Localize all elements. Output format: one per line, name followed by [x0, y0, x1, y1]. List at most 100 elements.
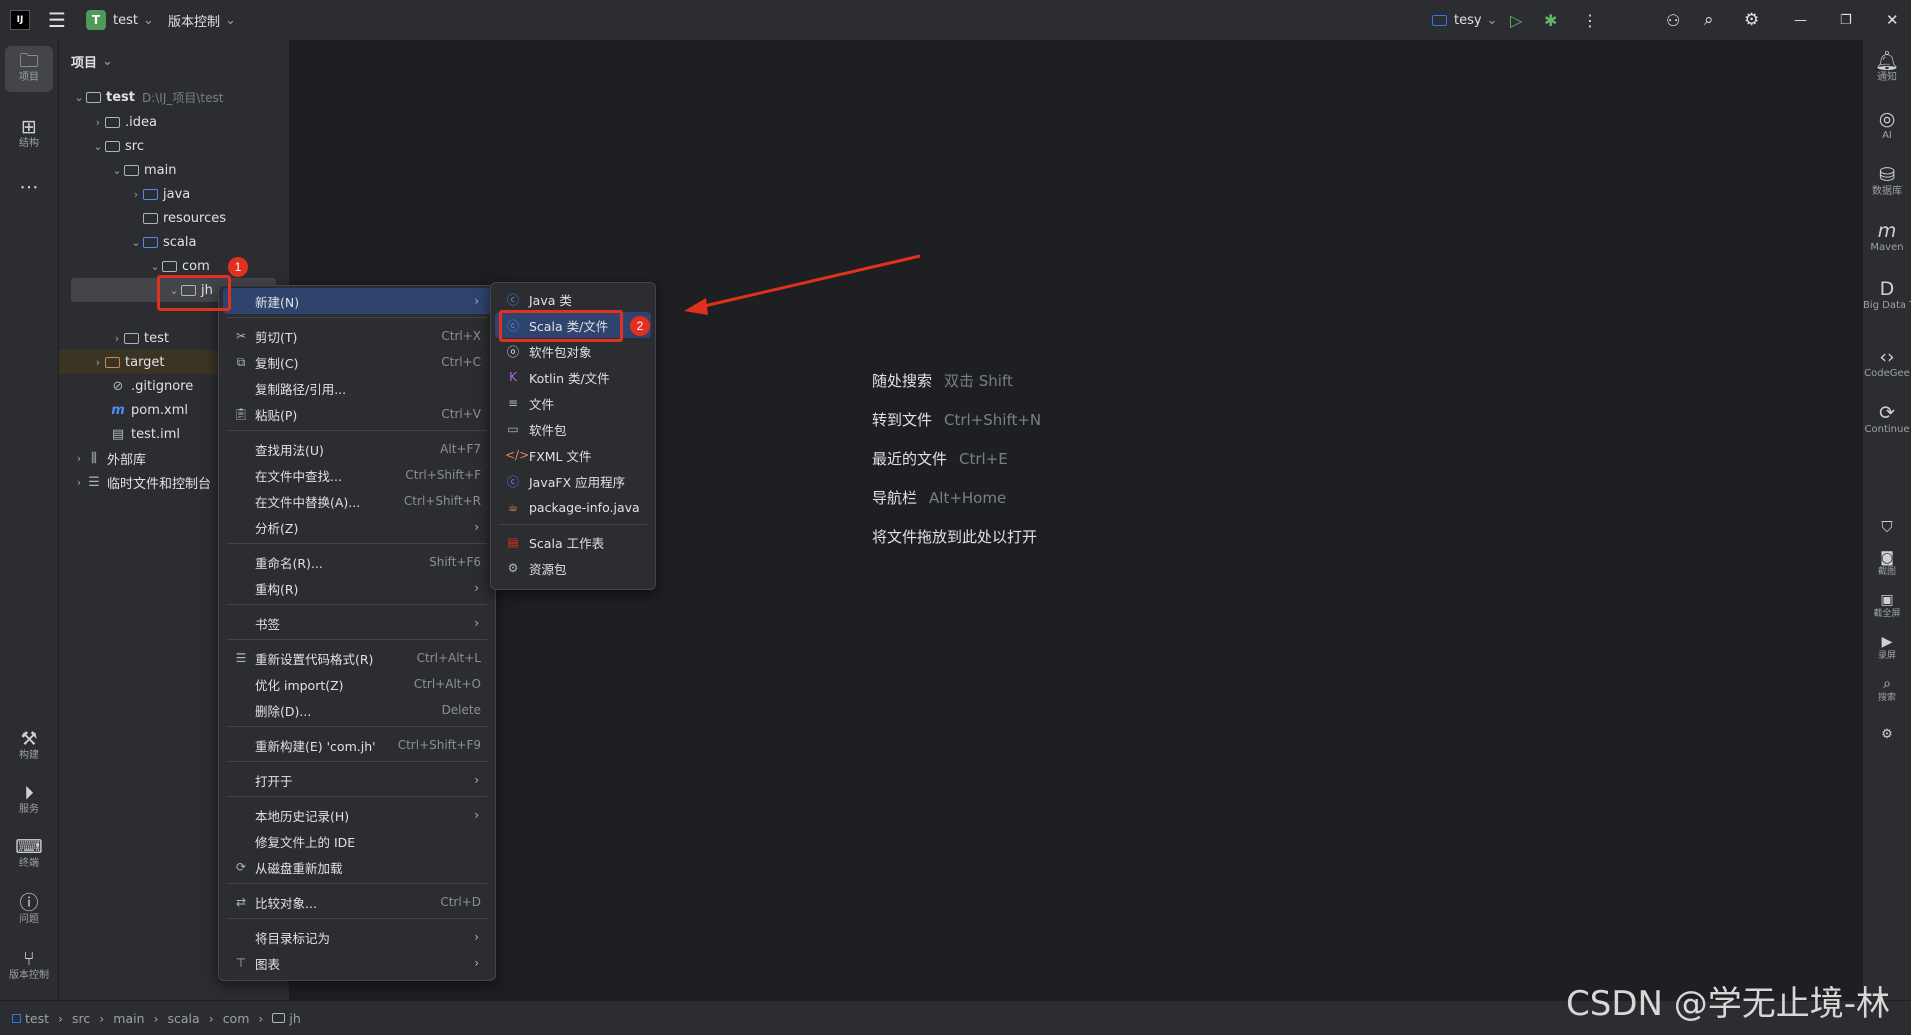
run-config-selector[interactable]: tesy ⌄: [1432, 0, 1497, 40]
tool-search[interactable]: ⌕ 搜索: [1863, 676, 1911, 704]
submenu-item-fxml[interactable]: </> FXML 文件: [495, 442, 651, 468]
tree-node-pom[interactable]: m pom.xml: [110, 398, 188, 422]
submenu-item-kotlin[interactable]: K Kotlin 类/文件: [495, 364, 651, 390]
tool-codegeex[interactable]: ‹› CodeGee: [1863, 346, 1911, 380]
menu-item-bookmarks[interactable]: 书签 ›: [223, 610, 491, 636]
tool-terminal[interactable]: ⌨ 终端: [5, 836, 53, 870]
menu-item-find-usages[interactable]: 查找用法(U) Alt+F7: [223, 436, 491, 462]
breadcrumb-item[interactable]: test: [25, 1011, 49, 1026]
menu-item-delete[interactable]: 删除(D)... Delete: [223, 697, 491, 723]
menu-item-mark-directory-as[interactable]: 将目录标记为 ›: [223, 924, 491, 950]
menu-item-diagrams[interactable]: ⊤ 图表 ›: [223, 950, 491, 976]
javafx-icon: ⓒ: [506, 474, 519, 489]
tool-structure[interactable]: ⊞ 结构: [5, 116, 53, 150]
chevron-right-icon: ›: [474, 930, 479, 944]
breadcrumb-item[interactable]: main: [113, 1011, 144, 1026]
settings-small-icon[interactable]: ⚙: [1863, 724, 1911, 746]
tool-big-data[interactable]: D Big Data Too: [1863, 278, 1911, 312]
menu-item-cut[interactable]: ✂ 剪切(T) Ctrl+X: [223, 323, 491, 349]
tree-node-root[interactable]: ⌄ test D:\IJ_项目\test: [72, 85, 223, 109]
module-folder-icon: [86, 91, 101, 103]
tree-node-external-libs[interactable]: › ⫼ 外部库: [72, 446, 146, 470]
shield-icon[interactable]: ⛉: [1863, 516, 1911, 538]
tree-node-scratches[interactable]: › ☰ 临时文件和控制台: [72, 470, 211, 494]
menu-item-copy[interactable]: ⧉ 复制(C) Ctrl+C: [223, 349, 491, 375]
more-actions-icon[interactable]: ⋮: [1582, 0, 1598, 40]
project-switcher[interactable]: T test ⌄: [86, 0, 154, 40]
submenu-item-package[interactable]: ▭ 软件包: [495, 416, 651, 442]
hammer-icon: ⚒: [20, 728, 38, 750]
menu-item-paste[interactable]: 📋︎ 粘贴(P) Ctrl+V: [223, 401, 491, 427]
menu-shortcut: Delete: [441, 703, 481, 717]
tree-node-idea[interactable]: › .idea: [91, 110, 157, 134]
tree-node-java[interactable]: › java: [129, 182, 190, 206]
menu-label: 删除(D)...: [255, 703, 312, 719]
breadcrumb-item[interactable]: com: [223, 1011, 250, 1026]
tool-services[interactable]: ⏵ 服务: [5, 782, 53, 816]
main-menu-icon[interactable]: ☰: [48, 0, 66, 40]
tool-record[interactable]: ▶ 录屏: [1863, 634, 1911, 662]
project-panel-header[interactable]: 项目 ⌄: [71, 50, 113, 72]
menu-item-copy-path[interactable]: 复制路径/引用...: [223, 375, 491, 401]
run-icon[interactable]: ▷: [1510, 0, 1522, 40]
submenu-item-resource-bundle[interactable]: ⚙ 资源包: [495, 555, 651, 581]
tree-node-gitignore[interactable]: ⊘ .gitignore: [110, 374, 194, 398]
submenu-item-java-class[interactable]: ⓒ Java 类: [495, 286, 651, 312]
add-user-icon[interactable]: ⚇: [1666, 0, 1680, 40]
menu-item-find-in-files[interactable]: 在文件中查找... Ctrl+Shift+F: [223, 462, 491, 488]
menu-item-rebuild[interactable]: 重新构建(E) 'com.jh' Ctrl+Shift+F9: [223, 732, 491, 758]
tool-label: Big Data Too: [1863, 300, 1911, 311]
menu-item-repair-ide[interactable]: 修复文件上的 IDE: [223, 828, 491, 854]
restore-icon[interactable]: ❐: [1840, 0, 1852, 40]
tree-node-resources[interactable]: resources: [143, 206, 226, 230]
minimize-icon[interactable]: —: [1794, 0, 1807, 40]
camera-icon: ◙: [1880, 550, 1894, 566]
menu-item-open-in[interactable]: 打开于 ›: [223, 767, 491, 793]
menu-item-reload-from-disk[interactable]: ⟳ 从磁盘重新加载: [223, 854, 491, 880]
intellij-logo-icon[interactable]: IJ: [10, 0, 30, 40]
debug-icon[interactable]: ✱: [1544, 0, 1557, 40]
submenu-item-package-info[interactable]: ☕︎ package-info.java: [495, 494, 651, 520]
tree-node-scala[interactable]: ⌄ scala: [129, 230, 196, 254]
tree-node-target[interactable]: › target: [91, 350, 165, 374]
submenu-item-file[interactable]: ≡ 文件: [495, 390, 651, 416]
tree-label: scala: [163, 234, 197, 250]
vcs-widget[interactable]: 版本控制 ⌄: [168, 0, 236, 40]
tool-ai[interactable]: ◎ AI: [1863, 108, 1911, 142]
close-icon[interactable]: ✕: [1886, 0, 1899, 40]
search-icon[interactable]: ⌕: [1704, 0, 1714, 40]
maven-icon: m: [1877, 220, 1897, 242]
menu-item-optimize-imports[interactable]: 优化 import(Z) Ctrl+Alt+O: [223, 671, 491, 697]
tool-project[interactable]: 🗀 项目: [5, 46, 53, 92]
menu-item-new[interactable]: 新建(N) ›: [223, 288, 491, 314]
tree-node-main[interactable]: ⌄ main: [110, 158, 176, 182]
tree-node-src[interactable]: ⌄ src: [91, 134, 144, 158]
menu-item-replace-in-files[interactable]: 在文件中替换(A)... Ctrl+Shift+R: [223, 488, 491, 514]
tool-continue[interactable]: ⟳ Continue: [1863, 402, 1911, 436]
tool-notifications[interactable]: 🔔︎ 通知: [1863, 50, 1911, 84]
menu-item-refactor[interactable]: 重构(R) ›: [223, 575, 491, 601]
breadcrumb-item[interactable]: scala: [168, 1011, 200, 1026]
menu-item-compare-with[interactable]: ⇄ 比较对象... Ctrl+D: [223, 889, 491, 915]
tree-node-test[interactable]: › test: [110, 326, 169, 350]
tool-vcs[interactable]: ⑂ 版本控制: [5, 948, 53, 982]
submenu-item-javafx[interactable]: ⓒ JavaFX 应用程序: [495, 468, 651, 494]
settings-gear-icon[interactable]: ⚙: [1744, 0, 1759, 40]
menu-shortcut: Ctrl+Alt+L: [416, 651, 481, 665]
menu-item-rename[interactable]: 重命名(R)... Shift+F6: [223, 549, 491, 575]
tool-screenshot[interactable]: ◙ 截图: [1863, 550, 1911, 578]
breadcrumb-item[interactable]: src: [72, 1011, 90, 1026]
tool-screenshot-full[interactable]: ▣ 截全屏: [1863, 592, 1911, 620]
tool-build[interactable]: ⚒ 构建: [5, 728, 53, 762]
menu-item-reformat-code[interactable]: ☰ 重新设置代码格式(R) Ctrl+Alt+L: [223, 645, 491, 671]
menu-item-local-history[interactable]: 本地历史记录(H) ›: [223, 802, 491, 828]
menu-item-analyze[interactable]: 分析(Z) ›: [223, 514, 491, 540]
submenu-item-scala-worksheet[interactable]: ▤ Scala 工作表: [495, 529, 651, 555]
folder-icon: [124, 332, 139, 344]
more-tools-icon[interactable]: ⋯: [5, 176, 53, 198]
tool-problems[interactable]: ⓘ 问题: [5, 892, 53, 926]
breadcrumb-item[interactable]: jh: [289, 1011, 300, 1026]
tool-maven[interactable]: m Maven: [1863, 220, 1911, 254]
tool-database[interactable]: ⛁ 数据库: [1863, 164, 1911, 198]
tree-node-iml[interactable]: ▤ test.iml: [110, 422, 180, 446]
